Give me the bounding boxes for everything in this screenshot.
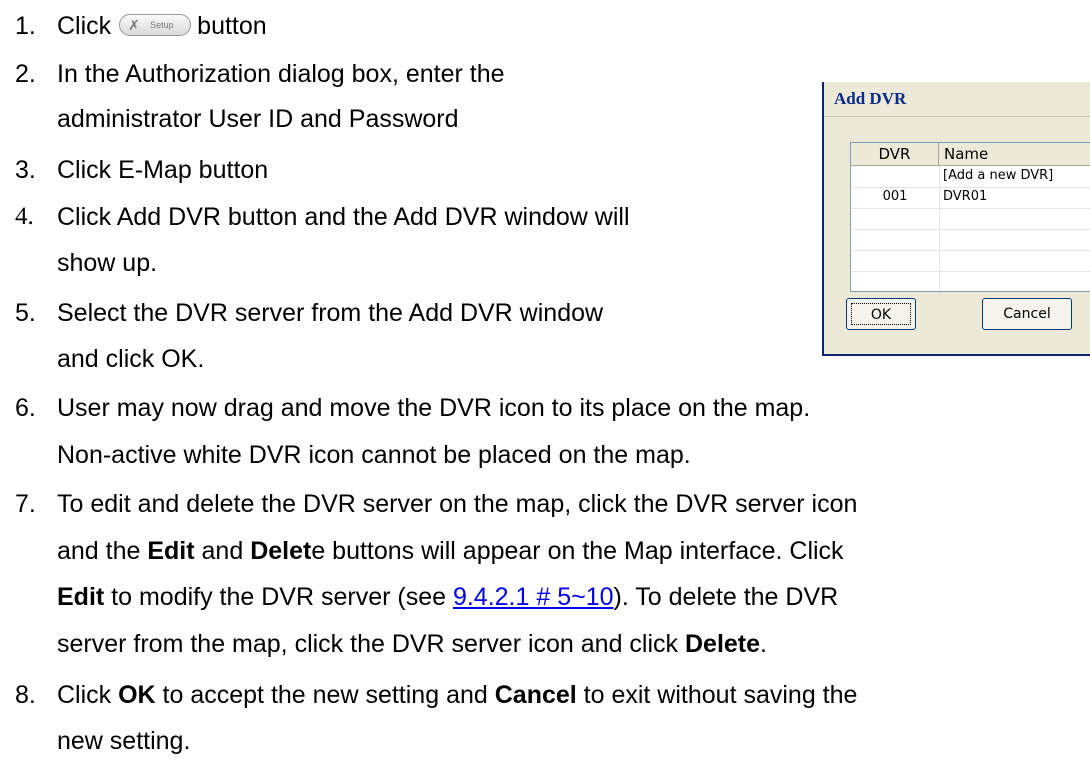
step-5-line1: Select the DVR server from the Add DVR w… xyxy=(57,299,604,327)
step-number: 7. xyxy=(15,490,36,518)
step-4-line1: Click Add DVR button and the Add DVR win… xyxy=(57,203,630,231)
setup-button-image: ✗ Setup xyxy=(119,14,192,37)
ok-button-label: OK xyxy=(851,303,911,325)
step-number: 8. xyxy=(15,681,36,709)
step-2-line1: In the Authorization dialog box, enter t… xyxy=(57,60,505,88)
cancel-button[interactable]: Cancel xyxy=(982,298,1072,330)
column-header-dvr[interactable]: DVR xyxy=(851,143,939,165)
step-6-line1: User may now drag and move the DVR icon … xyxy=(57,394,811,422)
step-8-line2: new setting. xyxy=(57,727,191,755)
list-header: DVR Name xyxy=(851,143,1090,166)
list-item[interactable] xyxy=(851,250,1090,272)
step-6-line2: Non-active white DVR icon cannot be plac… xyxy=(57,441,691,469)
ok-button[interactable]: OK xyxy=(846,298,916,330)
list-item[interactable] xyxy=(851,271,1090,291)
step-3-text: Click E-Map button xyxy=(57,156,269,184)
step-1-pre: Click xyxy=(57,12,112,40)
tools-icon: ✗ xyxy=(128,17,140,34)
step-8-line1: Click OK to accept the new setting and C… xyxy=(57,681,858,709)
step-2-line2: administrator User ID and Password xyxy=(57,105,459,133)
setup-button-label: Setup xyxy=(150,20,174,31)
step-7-line3: Edit to modify the DVR server (see 9.4.2… xyxy=(57,583,839,611)
step-number: 5. xyxy=(15,299,36,327)
step-7-line2: and the Edit and Delete buttons will app… xyxy=(57,537,844,565)
list-item[interactable]: [Add a new DVR] xyxy=(851,166,1090,188)
step-4-line2: show up. xyxy=(57,249,158,277)
dialog-title: Add DVR xyxy=(834,89,907,108)
dialog-titlebar: Add DVR xyxy=(824,82,1090,117)
step-number: 2. xyxy=(15,60,36,88)
step-1-text: Click ✗ Setup button xyxy=(57,11,267,41)
step-1-post: button xyxy=(197,12,267,40)
column-header-name[interactable]: Name xyxy=(939,143,1090,165)
step-number: 3. xyxy=(15,156,36,184)
step-number: 1. xyxy=(15,12,36,40)
step-number: 6. xyxy=(15,394,36,422)
list-item[interactable] xyxy=(851,208,1090,230)
step-7-line1: To edit and delete the DVR server on the… xyxy=(57,490,858,518)
add-dvr-dialog: Add DVR DVR Name [Add a new DVR] 001 DVR… xyxy=(822,82,1090,356)
step-7-line4: server from the map, click the DVR serve… xyxy=(57,630,767,658)
list-item[interactable] xyxy=(851,229,1090,251)
list-item[interactable]: 001 DVR01 xyxy=(851,187,1090,209)
step-number: 4. xyxy=(15,203,34,230)
step-5-line2: and click OK. xyxy=(57,345,205,373)
dvr-list[interactable]: DVR Name [Add a new DVR] 001 DVR01 xyxy=(850,142,1090,292)
section-link[interactable]: 9.4.2.1 # 5~10 xyxy=(453,583,614,611)
